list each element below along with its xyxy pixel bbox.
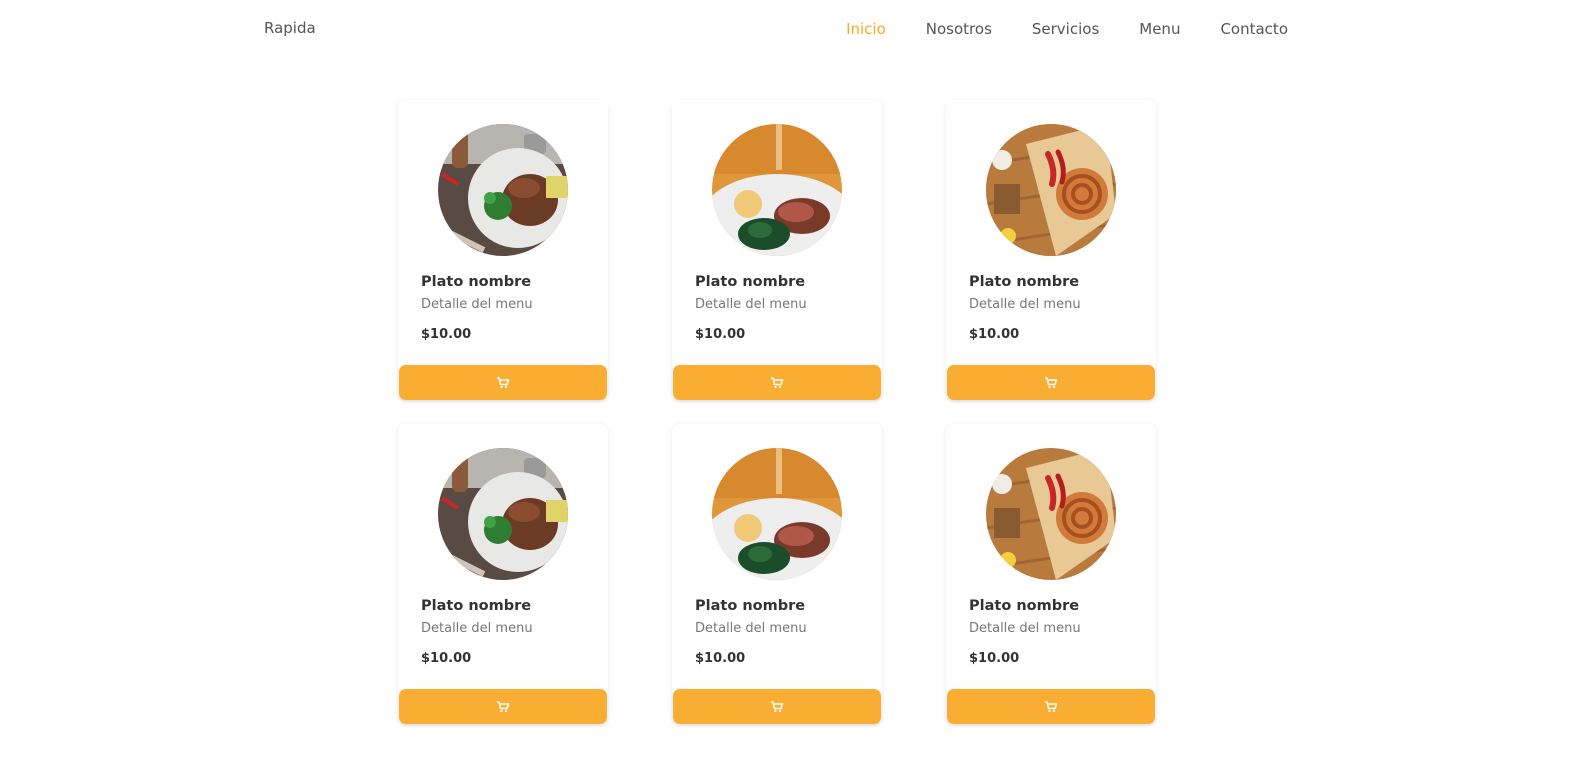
dish-detail: Detalle del menu [421,621,533,636]
add-to-cart-button[interactable] [399,689,607,724]
dish-price: $10.00 [421,651,472,666]
dish-name: Plato nombre [695,274,806,290]
sausage-photo [986,124,1116,256]
roast-beef-photo [712,124,842,256]
cart-icon [771,376,784,388]
cart-icon [1045,376,1058,388]
roast-beef-photo [712,448,842,580]
nav-link-servicios[interactable]: Servicios [1032,20,1099,38]
nav-link-inicio[interactable]: Inicio [846,20,886,38]
dish-price: $10.00 [969,651,1020,666]
menu-card: Plato nombre Detalle del menu $10.00 [672,424,882,724]
nav-link-contacto[interactable]: Contacto [1220,20,1288,38]
brand-logo[interactable]: Rapida [264,19,316,37]
dish-detail: Detalle del menu [969,621,1081,636]
dish-name: Plato nombre [969,274,1080,290]
nav-links: Inicio Nosotros Servicios Menu Contacto [846,19,1288,38]
menu-card: Plato nombre Detalle del menu $10.00 [398,100,608,400]
cart-icon [1045,700,1058,712]
sausage-photo [986,448,1116,580]
add-to-cart-button[interactable] [947,689,1155,724]
dish-name: Plato nombre [421,274,532,290]
add-to-cart-button[interactable] [673,365,881,400]
dish-price: $10.00 [969,327,1020,342]
menu-grid: Plato nombre Detalle del menu $10.00 Pla… [398,100,1156,724]
menu-card: Plato nombre Detalle del menu $10.00 [672,100,882,400]
add-to-cart-button[interactable] [673,689,881,724]
steak-plate-photo [438,448,568,580]
cart-icon [497,376,510,388]
cart-icon [771,700,784,712]
dish-detail: Detalle del menu [695,621,807,636]
nav-link-menu[interactable]: Menu [1139,20,1180,38]
navbar: Rapida Inicio Nosotros Servicios Menu Co… [0,0,1569,60]
dish-name: Plato nombre [695,598,806,614]
add-to-cart-button[interactable] [399,365,607,400]
dish-price: $10.00 [421,327,472,342]
dish-name: Plato nombre [421,598,532,614]
menu-card: Plato nombre Detalle del menu $10.00 [946,424,1156,724]
dish-price: $10.00 [695,327,746,342]
menu-card: Plato nombre Detalle del menu $10.00 [398,424,608,724]
dish-detail: Detalle del menu [421,297,533,312]
dish-price: $10.00 [695,651,746,666]
dish-detail: Detalle del menu [695,297,807,312]
menu-card: Plato nombre Detalle del menu $10.00 [946,100,1156,400]
dish-detail: Detalle del menu [969,297,1081,312]
add-to-cart-button[interactable] [947,365,1155,400]
dish-name: Plato nombre [969,598,1080,614]
nav-link-nosotros[interactable]: Nosotros [926,20,992,38]
cart-icon [497,700,510,712]
steak-plate-photo [438,124,568,256]
